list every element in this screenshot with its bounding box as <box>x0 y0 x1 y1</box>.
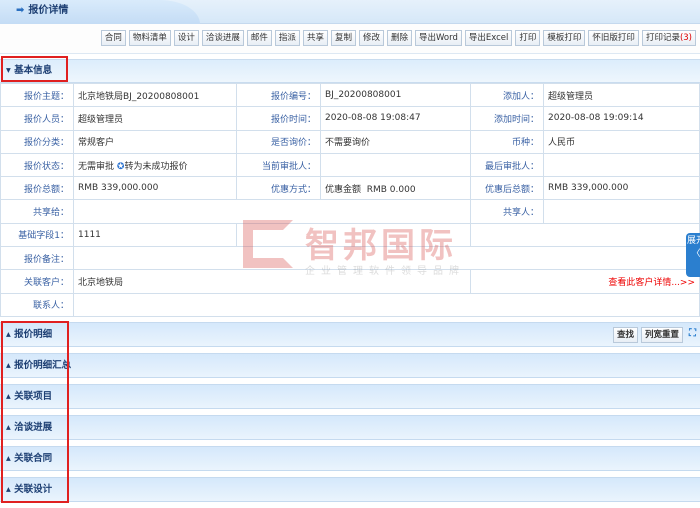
label: 最后审批人： <box>470 152 544 178</box>
basic-info-table: 报价主题： 北京地铁局BJ_20200808001 报价编号： BJ_20200808… <box>0 82 700 317</box>
customer-detail-link[interactable]: 查看此客户详情...>> <box>608 275 695 288</box>
addtime-value: 2020-08-08 19:09:14 <box>543 106 700 131</box>
section-related-project[interactable]: ▴ 关联项目 <box>0 384 700 409</box>
assign-button[interactable]: 指派 <box>274 30 300 46</box>
search-button[interactable]: 查找 <box>612 327 638 343</box>
table-row: 报价人员： 超级管理员 报价时间： 2020-08-08 19:08:47 添加时间： 2… <box>0 106 700 131</box>
page-tab: ➡ 报价详情 <box>0 0 200 24</box>
print-log-label: 打印记录 <box>645 33 680 43</box>
label: 币种： <box>470 129 544 154</box>
highlight-box <box>1 321 69 503</box>
export-excel-button[interactable]: 导出Excel <box>464 30 513 46</box>
export-word-button[interactable]: 导出Word <box>415 30 462 46</box>
after-discount-value: RMB 339,000.000 <box>543 176 700 201</box>
table-row: 联系人： <box>0 292 700 317</box>
adder-value: 超级管理员 <box>543 82 700 108</box>
title-bar: ➡ 报价详情 <box>0 0 700 24</box>
remark-value <box>73 246 700 271</box>
label: 报价人员： <box>0 106 74 131</box>
number-value: BJ_20200808001 <box>320 82 471 108</box>
page-title: 报价详情 <box>28 5 69 16</box>
section-quote-detail[interactable]: ▴ 报价明细 查找 列宽重置 ⛶ <box>0 322 700 347</box>
chevron-left-icon: 〈 <box>691 249 700 259</box>
label: 报价备注： <box>0 246 74 271</box>
label: 优惠后总额： <box>470 176 544 201</box>
label: 添加时间： <box>470 106 544 131</box>
table-row: 报价主题： 北京地铁局BJ_20200808001 报价编号： BJ_20200808… <box>0 82 700 108</box>
section-related-contract[interactable]: ▴ 关联合同 <box>0 446 700 471</box>
reset-column-width-button[interactable]: 列宽重置 <box>640 327 683 343</box>
table-row: 报价分类： 常规客户 是否询价： 不需要询价 币种： 人民币 <box>0 129 700 154</box>
discount-type-value: 优惠金额 <box>325 184 362 195</box>
status-value: 无需审批 <box>78 161 115 172</box>
label: 报价分类： <box>0 129 74 154</box>
table-row: 关联客户： 北京地铁局 查看此客户详情...>> <box>0 269 700 294</box>
label: 报价状态： <box>0 152 74 178</box>
print-log-count: (3) <box>679 33 692 43</box>
convert-failed-link[interactable]: 转为未成功报价 <box>124 162 187 172</box>
bom-button[interactable]: 物料清单 <box>128 30 171 46</box>
label: 基础字段1： <box>0 222 74 248</box>
label: 关联客户： <box>0 269 74 294</box>
empty-cell <box>236 222 471 248</box>
table-row: 共享给： 共享人： <box>0 199 700 224</box>
table-row: 报价总额： RMB 339,000.000 优惠方式： 优惠金额 RMB 0.000 优… <box>0 176 700 201</box>
section-negotiation[interactable]: ▴ 洽谈进展 <box>0 415 700 440</box>
label: 优惠方式： <box>236 176 321 201</box>
toolbar: 合同 物料清单 设计 洽谈进展 邮件 指派 共享 复制 修改 删除 导出Word 导出Excel 打印模… <box>0 24 700 54</box>
category-value: 常规客户 <box>73 129 237 154</box>
currency-value: 人民币 <box>543 129 700 154</box>
section-related-design[interactable]: ▴ 关联设计 <box>0 477 700 502</box>
print-log-button[interactable]: 打印记录(3) <box>641 30 696 46</box>
arrow-right-icon: ➡ <box>16 5 25 16</box>
section-quote-summary[interactable]: ▴ 报价明细汇总 <box>0 353 700 378</box>
sharer-value <box>543 199 700 224</box>
classic-print-button[interactable]: 怀旧版打印 <box>588 30 639 46</box>
empty-cell <box>470 222 700 248</box>
label: 报价总额： <box>0 176 74 201</box>
label: 报价主题： <box>0 82 74 108</box>
subject-value: 北京地铁局BJ_20200808001 <box>73 82 237 108</box>
label: 共享人： <box>470 199 544 224</box>
time-value: 2020-08-08 19:08:47 <box>320 106 471 131</box>
design-button[interactable]: 设计 <box>173 30 199 46</box>
person-value: 超级管理员 <box>73 106 237 131</box>
total-value: RMB 339,000.000 <box>73 176 237 201</box>
delete-button[interactable]: 删除 <box>386 30 412 46</box>
basic-info-header[interactable]: ▾ 基本信息 <box>0 59 700 83</box>
table-row: 基础字段1： 1111 <box>0 222 700 248</box>
contact-value <box>73 292 700 317</box>
template-print-button[interactable]: 模板打印 <box>543 30 586 46</box>
table-row: 报价备注： <box>0 246 700 271</box>
side-tab-label: 展开 <box>686 236 700 246</box>
last-approver-value <box>543 152 700 178</box>
field1-value: 1111 <box>73 222 237 248</box>
share-to-value <box>73 199 471 224</box>
side-expand-tab[interactable]: 展开〈 <box>686 233 700 277</box>
print-button[interactable]: 打印 <box>515 30 541 46</box>
fullscreen-icon[interactable]: ⛶ <box>689 328 696 339</box>
label: 添加人： <box>470 82 544 108</box>
label: 当前审批人： <box>236 152 321 178</box>
label: 是否询价： <box>236 129 321 154</box>
current-approver-value <box>320 152 471 178</box>
inquiry-value: 不需要询价 <box>320 129 471 154</box>
edit-button[interactable]: 修改 <box>358 30 384 46</box>
related-sections: ▴ 报价明细 查找 列宽重置 ⛶ ▴ 报价明细汇总 ▴ 关联项目 ▴ 洽谈进展 ▴ … <box>0 322 700 508</box>
label: 报价时间： <box>236 106 321 131</box>
copy-button[interactable]: 复制 <box>330 30 356 46</box>
customer-value: 北京地铁局 <box>73 269 471 294</box>
highlight-box <box>1 56 68 82</box>
share-button[interactable]: 共享 <box>302 30 328 46</box>
label: 报价编号： <box>236 82 321 108</box>
contract-button[interactable]: 合同 <box>100 30 126 46</box>
email-button[interactable]: 邮件 <box>246 30 272 46</box>
table-row: 报价状态： 无需审批 ✪转为未成功报价 当前审批人： 最后审批人： <box>0 152 700 178</box>
discount-value: RMB 0.000 <box>366 184 416 195</box>
progress-button[interactable]: 洽谈进展 <box>201 30 244 46</box>
label: 共享给： <box>0 199 74 224</box>
label: 联系人： <box>0 292 74 317</box>
